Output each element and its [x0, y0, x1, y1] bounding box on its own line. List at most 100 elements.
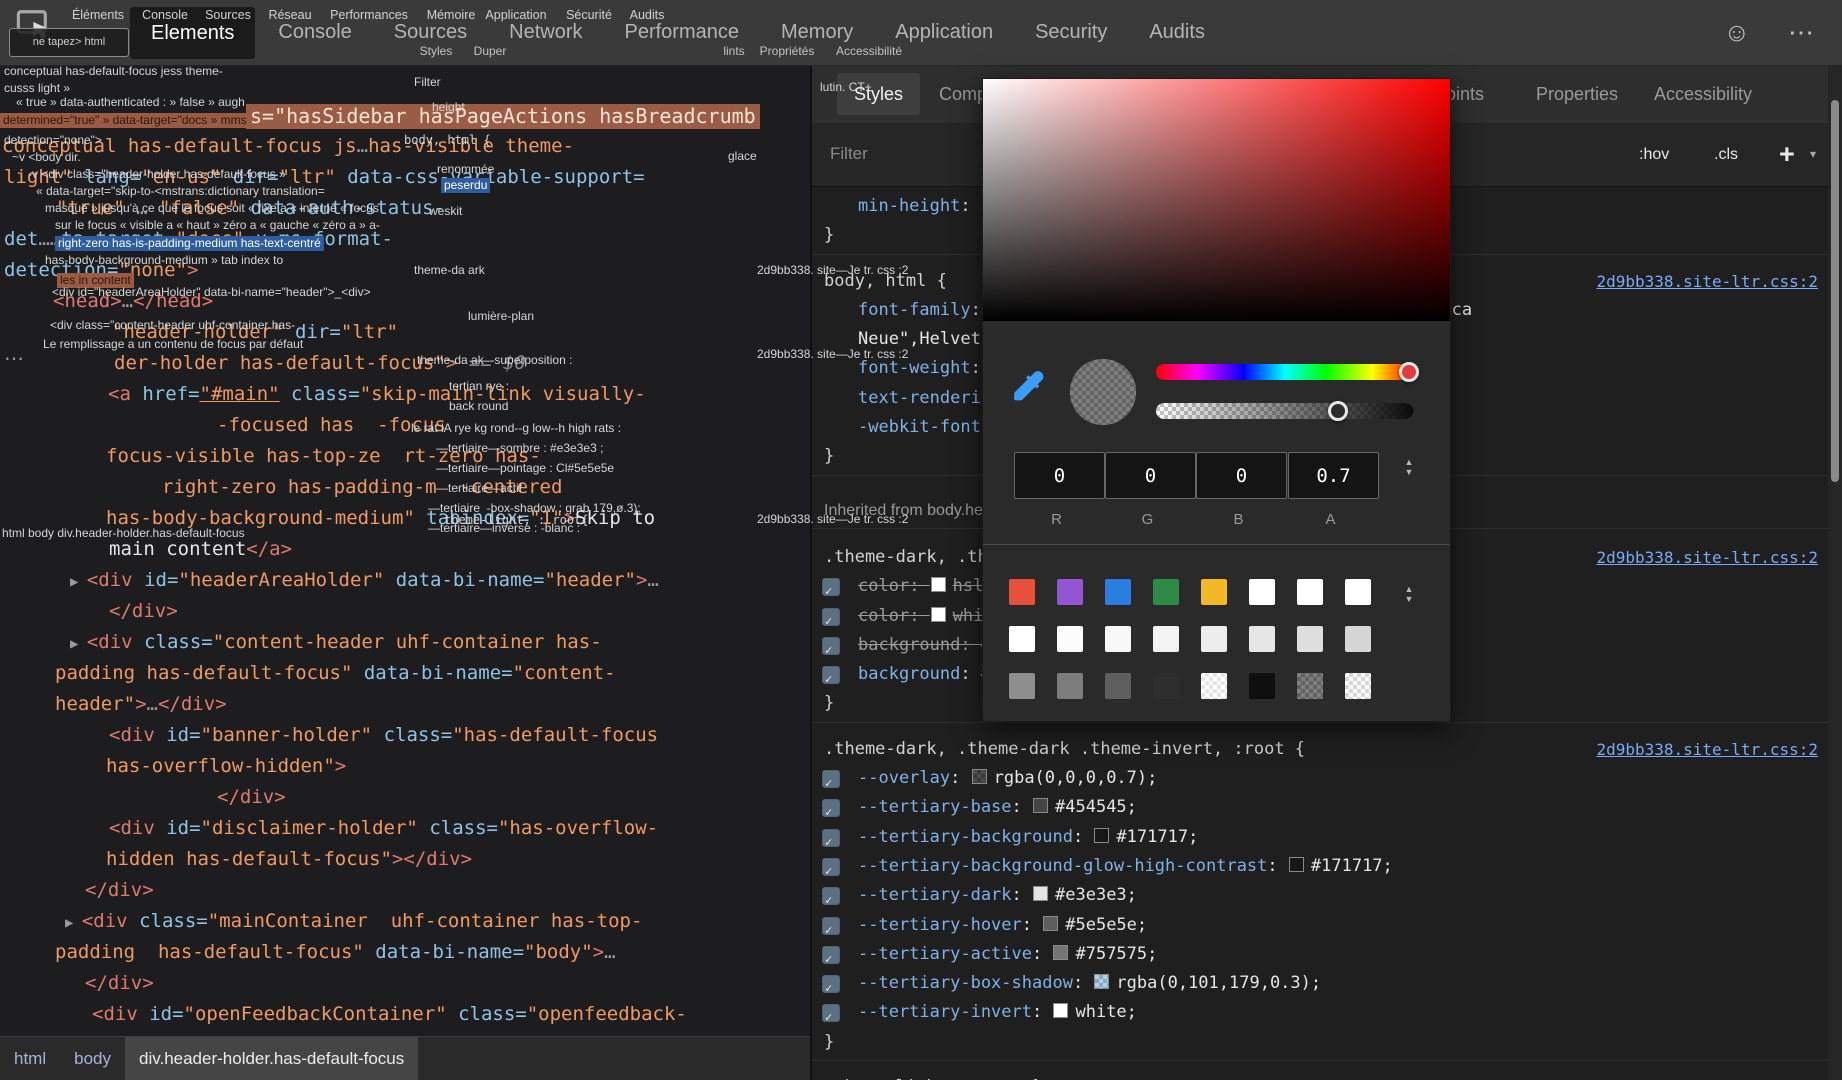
palette-swatch[interactable]: [1297, 673, 1323, 699]
dom-tree-line[interactable]: <div id="banner-holder" class="has-defau…: [0, 720, 810, 751]
palette-swatch[interactable]: [1297, 579, 1323, 605]
declaration-checkbox[interactable]: [822, 608, 840, 626]
toolbar-tab-console[interactable]: Console: [257, 0, 372, 65]
palette-swatch[interactable]: [1297, 626, 1323, 652]
palette-swatch[interactable]: [1201, 579, 1227, 605]
palette-swatch[interactable]: [1057, 626, 1083, 652]
color-swatch[interactable]: [1033, 886, 1048, 901]
dom-tree-line[interactable]: <head>…</head>: [0, 286, 810, 317]
declaration-checkbox[interactable]: [822, 858, 840, 876]
styles-tab-accessibility[interactable]: Accessibility: [1654, 65, 1752, 123]
color-swatch[interactable]: [1289, 857, 1304, 872]
palette-swatch[interactable]: [1201, 673, 1227, 699]
toggle-element-state-button[interactable]: :hov: [1639, 123, 1669, 186]
breadcrumb-item[interactable]: div.header-holder.has-default-focus: [125, 1037, 418, 1080]
element-classes-button[interactable]: .cls: [1714, 123, 1738, 186]
green-value-input[interactable]: [1105, 452, 1196, 499]
eyedropper-icon[interactable]: [1007, 367, 1047, 407]
toolbar-tab-elements[interactable]: Elements: [130, 7, 255, 59]
dom-tree-line[interactable]: header">…</div>: [0, 689, 810, 720]
color-swatch[interactable]: [1043, 916, 1058, 931]
dom-tree-line[interactable]: padding has-default-focus" data-bi-name=…: [0, 658, 810, 689]
color-swatch[interactable]: [1053, 1003, 1068, 1018]
dom-tree-line[interactable]: </div>: [0, 968, 810, 999]
palette-swatch[interactable]: [1105, 626, 1131, 652]
css-source-link[interactable]: 2d9bb338.site-ltr.css:2: [1596, 267, 1818, 296]
style-rule-caret-icon[interactable]: ▾: [1810, 123, 1816, 186]
css-source-link[interactable]: 2d9bb338.site-ltr.css:2: [1596, 735, 1818, 764]
dom-tree-line[interactable]: right-zero has-padding-m -centered: [0, 472, 810, 503]
alpha-slider[interactable]: [1156, 403, 1414, 419]
color-format-switcher-icon[interactable]: ▲▼: [1401, 457, 1417, 477]
dom-tree-line[interactable]: </div>: [0, 596, 810, 627]
dom-tree-line[interactable]: "header-holder" dir="ltr": [0, 317, 810, 348]
red-value-input[interactable]: [1014, 452, 1105, 499]
dom-tree-line[interactable]: </div>: [0, 782, 810, 813]
color-swatch[interactable]: [931, 577, 946, 592]
color-swatch[interactable]: [1033, 798, 1048, 813]
toolbar-tab-audits[interactable]: Audits: [1128, 0, 1226, 65]
toolbar-tab-memory[interactable]: Memory: [760, 0, 874, 65]
color-swatch[interactable]: [1094, 974, 1109, 989]
dom-tree-line[interactable]: ▶ <div id="headerAreaHolder" data-bi-nam…: [0, 565, 810, 596]
blue-value-input[interactable]: [1196, 452, 1287, 499]
palette-swatch[interactable]: [1249, 579, 1275, 605]
palette-swatch[interactable]: [1009, 579, 1035, 605]
overflow-menu-icon[interactable]: ⋯: [1788, 17, 1814, 48]
hue-slider-handle[interactable]: [1399, 362, 1419, 382]
dom-tree-line[interactable]: <div id="openFeedbackContainer" class="o…: [0, 999, 810, 1030]
declaration-checkbox[interactable]: [822, 975, 840, 993]
toolbar-tab-application[interactable]: Application: [874, 0, 1014, 65]
toolbar-tab-sources[interactable]: Sources: [373, 0, 488, 65]
new-style-rule-button[interactable]: +: [1779, 123, 1795, 186]
palette-switcher-icon[interactable]: ▲▼: [1401, 584, 1417, 604]
styles-tab-properties[interactable]: Properties: [1536, 65, 1618, 123]
toolbar-tab-security[interactable]: Security: [1014, 0, 1128, 65]
declaration-checkbox[interactable]: [822, 829, 840, 847]
declaration-checkbox[interactable]: [822, 578, 840, 596]
declaration-checkbox[interactable]: [822, 799, 840, 817]
dom-tree-line[interactable]: </div>: [0, 875, 810, 906]
saturation-brightness-gradient[interactable]: [983, 79, 1450, 321]
dom-tree-line[interactable]: -focused has -focus: [0, 410, 810, 441]
palette-swatch[interactable]: [1345, 626, 1371, 652]
dom-tree-line[interactable]: <div id="disclaimer-holder" class="has-o…: [0, 813, 810, 844]
palette-swatch[interactable]: [1009, 626, 1035, 652]
dom-tree-line[interactable]: padding has-default-focus" data-bi-name=…: [0, 937, 810, 968]
dom-tree-line[interactable]: ▶ <div class="mainContainer uhf-containe…: [0, 906, 810, 937]
palette-swatch[interactable]: [1201, 626, 1227, 652]
declaration-checkbox[interactable]: [822, 946, 840, 964]
styles-tab-styles[interactable]: Styles: [837, 73, 920, 115]
palette-swatch[interactable]: [1345, 579, 1371, 605]
dom-tree-line[interactable]: "true" … "false" data-auth-status-: [0, 193, 810, 224]
breadcrumb-item[interactable]: body: [60, 1037, 125, 1080]
dom-tree-line[interactable]: der-holder has-default-focus"> == $0: [0, 348, 810, 379]
dom-tree-line[interactable]: det……ta-target="docs" x-ms-format-: [0, 224, 810, 255]
alpha-slider-handle[interactable]: [1328, 401, 1348, 421]
dom-tree-line[interactable]: has-body-background-medium" tabindex="1"…: [0, 503, 810, 534]
palette-swatch[interactable]: [1249, 626, 1275, 652]
declaration-checkbox[interactable]: [822, 666, 840, 684]
css-source-link[interactable]: 2d9bb338.site-ltr.css:2: [1596, 543, 1818, 572]
palette-swatch[interactable]: [1153, 673, 1179, 699]
palette-swatch[interactable]: [1009, 673, 1035, 699]
declaration-checkbox[interactable]: [822, 1004, 840, 1022]
declaration-checkbox[interactable]: [822, 887, 840, 905]
palette-swatch[interactable]: [1249, 673, 1275, 699]
color-swatch[interactable]: [1094, 828, 1109, 843]
dom-tree-line[interactable]: <a href="#main" class="skip-main-link vi…: [0, 379, 810, 410]
dom-tree-line[interactable]: detection="none">: [0, 255, 810, 286]
dom-tree-line[interactable]: main content</a>: [0, 534, 810, 565]
dom-tree-line[interactable]: hidden has-default-focus"></div>: [0, 844, 810, 875]
color-swatch[interactable]: [931, 607, 946, 622]
dom-tree-line[interactable]: ▶ <div class="content-header uhf-contain…: [0, 627, 810, 658]
palette-swatch[interactable]: [1153, 579, 1179, 605]
css-source-link[interactable]: 2d9bb338.site-ltr.css:2: [1596, 1073, 1818, 1080]
color-swatch[interactable]: [972, 769, 987, 784]
palette-swatch[interactable]: [1345, 673, 1371, 699]
dom-tree-line[interactable]: light" lang="en-us" dir="ltr" data-css-v…: [0, 162, 810, 193]
breadcrumb-item[interactable]: html: [0, 1037, 60, 1080]
dom-tree-line[interactable]: focus-visible has-top-ze rt-zero has-: [0, 441, 810, 472]
dom-tree-line[interactable]: conceptual has-default-focus js…has-visi…: [0, 131, 810, 162]
hue-slider[interactable]: [1156, 364, 1414, 380]
